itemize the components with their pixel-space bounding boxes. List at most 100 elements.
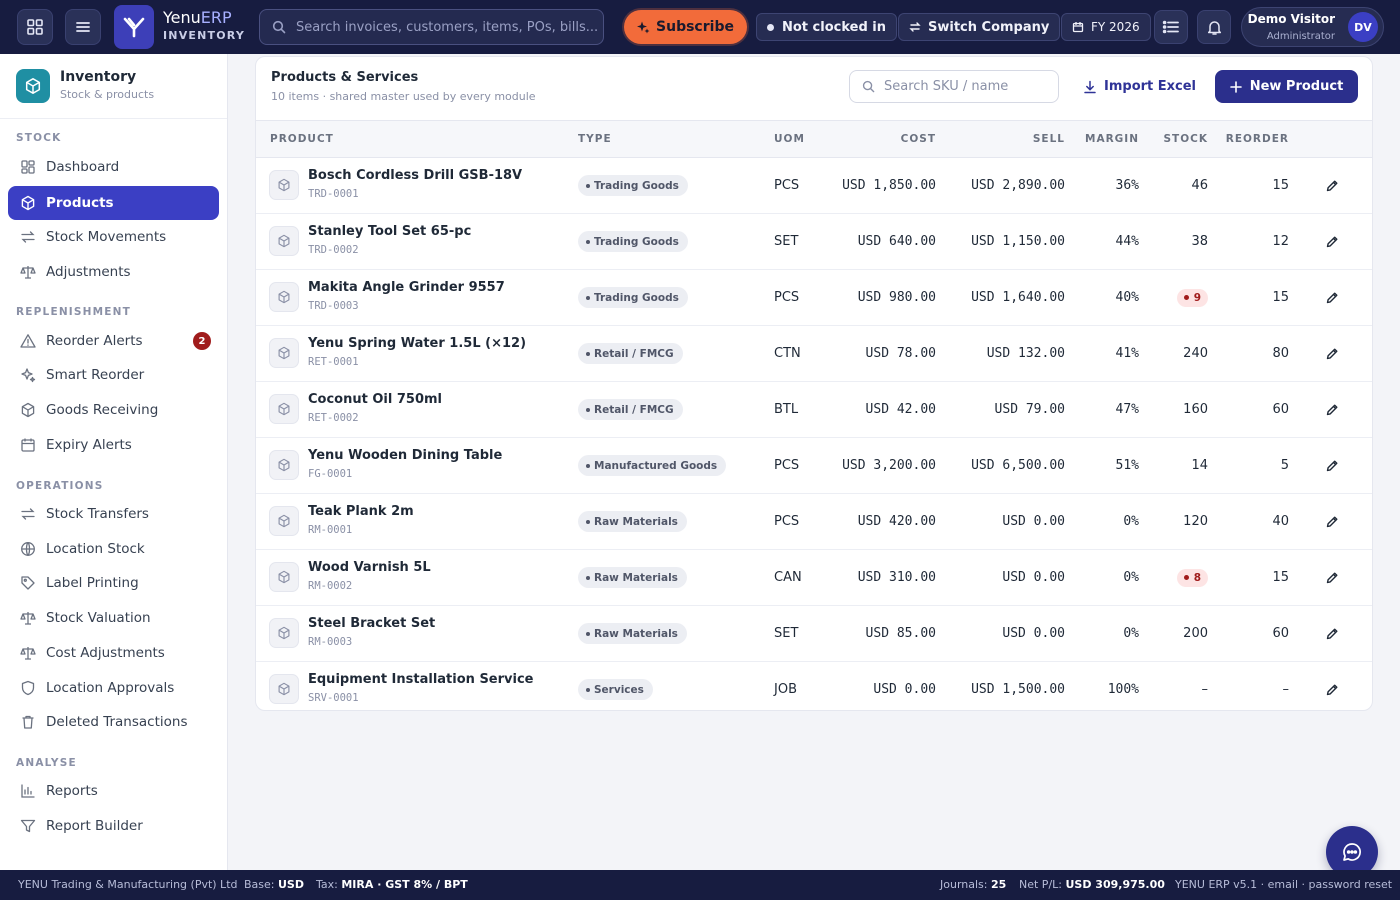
product-search-input[interactable]: Search SKU / name xyxy=(849,70,1059,103)
product-name[interactable]: Equipment Installation Service xyxy=(308,672,534,687)
sidebar-item-label: Reorder Alerts xyxy=(46,333,143,349)
sidebar-item-cost-adjustments[interactable]: Cost Adjustments xyxy=(8,636,219,670)
margin-cell: 51% xyxy=(1115,458,1139,473)
margin-cell: 44% xyxy=(1115,234,1139,249)
brand-logo[interactable] xyxy=(114,5,154,49)
column-header-cost[interactable]: COST xyxy=(834,120,936,158)
edit-product-button[interactable] xyxy=(1289,235,1372,249)
edit-product-button[interactable] xyxy=(1289,179,1372,193)
sidebar-item-goods-receiving[interactable]: Goods Receiving xyxy=(8,393,219,427)
margin-cell: 0% xyxy=(1123,514,1139,529)
sidebar-item-dashboard[interactable]: Dashboard xyxy=(8,150,219,184)
product-name[interactable]: Coconut Oil 750ml xyxy=(308,392,442,407)
product-type-badge: Raw Materials xyxy=(578,511,687,532)
column-header-margin[interactable]: MARGIN xyxy=(1065,120,1139,158)
table-row[interactable]: Wood Varnish 5L RM-0002 Raw Materials CAN US… xyxy=(256,550,1372,606)
table-row[interactable]: Makita Angle Grinder 9557 TRD-0003 Trading… xyxy=(256,270,1372,326)
table-row[interactable]: Teak Plank 2m RM-0001 Raw Materials PCS USD … xyxy=(256,494,1372,550)
actions-cell xyxy=(1289,158,1372,214)
product-type-label: Trading Goods xyxy=(594,179,679,192)
product-sku: TRD-0003 xyxy=(308,300,359,312)
sidebar-section-analyse: ANALYSE xyxy=(16,757,77,769)
user-menu[interactable]: Demo Visitor Administrator DV xyxy=(1241,7,1384,47)
product-name[interactable]: Wood Varnish 5L xyxy=(308,560,431,575)
column-header-product[interactable]: PRODUCT xyxy=(256,120,578,158)
pencil-icon xyxy=(1325,347,1339,361)
sidebar-item-smart-reorder[interactable]: Smart Reorder xyxy=(8,358,219,392)
cost-cell: USD 78.00 xyxy=(865,346,936,361)
type-cell: Trading Goods xyxy=(578,270,774,326)
sidebar-item-stock-movements[interactable]: Stock Movements xyxy=(8,220,219,254)
menu-toggle-button[interactable] xyxy=(65,9,101,45)
sidebar-item-expiry-alerts[interactable]: Expiry Alerts xyxy=(8,428,219,462)
edit-product-button[interactable] xyxy=(1289,683,1372,697)
table-row[interactable]: Yenu Wooden Dining Table FG-0001 Manufactu… xyxy=(256,438,1372,494)
edit-product-button[interactable] xyxy=(1289,347,1372,361)
product-name[interactable]: Stanley Tool Set 65-pc xyxy=(308,224,471,239)
table-row[interactable]: Yenu Spring Water 1.5L (×12) RET-0001 Reta… xyxy=(256,326,1372,382)
sidebar-section-replenishment: REPLENISHMENT xyxy=(16,306,132,318)
apps-grid-button[interactable] xyxy=(17,9,53,45)
pencil-icon xyxy=(1325,627,1339,641)
subscribe-button[interactable]: Subscribe xyxy=(624,10,747,44)
product-name[interactable]: Bosch Cordless Drill GSB-18V xyxy=(308,168,522,183)
product-thumbnail-cube-icon xyxy=(269,170,299,200)
clock-in-status[interactable]: Not clocked in xyxy=(756,13,898,41)
status-version-links[interactable]: YENU ERP v5.1 · email · password reset xyxy=(1175,878,1392,891)
product-name[interactable]: Yenu Wooden Dining Table xyxy=(308,448,502,463)
sidebar-item-label-printing[interactable]: Label Printing xyxy=(8,566,219,600)
column-header-reorder[interactable]: REORDER xyxy=(1208,120,1289,158)
column-header-uom[interactable]: UOM xyxy=(774,120,834,158)
sidebar-item-label: Deleted Transactions xyxy=(46,714,188,730)
global-search-input[interactable]: Search invoices, customers, items, POs, … xyxy=(259,9,604,45)
sidebar-item-label: Location Stock xyxy=(46,541,145,557)
product-name[interactable]: Makita Angle Grinder 9557 xyxy=(308,280,505,295)
edit-product-button[interactable] xyxy=(1289,627,1372,641)
product-sku: TRD-0001 xyxy=(308,188,359,200)
sidebar-item-label: Stock Movements xyxy=(46,229,167,245)
stock-value: 14 xyxy=(1191,458,1208,473)
sidebar-item-report-builder[interactable]: Report Builder xyxy=(8,809,219,843)
table-row[interactable]: Coconut Oil 750ml RET-0002 Retail / FMCG BT… xyxy=(256,382,1372,438)
task-list-button[interactable] xyxy=(1154,10,1188,44)
new-product-button[interactable]: New Product xyxy=(1215,70,1358,103)
low-stock-badge: 8 xyxy=(1176,568,1208,587)
uom-cell: PCS xyxy=(774,514,800,529)
sidebar-item-adjustments[interactable]: Adjustments xyxy=(8,255,219,289)
type-dot xyxy=(586,631,590,636)
product-name[interactable]: Yenu Spring Water 1.5L (×12) xyxy=(308,336,526,351)
product-sku: RM-0002 xyxy=(308,580,353,592)
import-excel-button[interactable]: Import Excel xyxy=(1083,70,1196,103)
notifications-button[interactable] xyxy=(1197,10,1231,44)
table-row[interactable]: Stanley Tool Set 65-pc TRD-0002 Trading Go… xyxy=(256,214,1372,270)
sidebar-item-reports[interactable]: Reports xyxy=(8,774,219,808)
sidebar-item-stock-transfers[interactable]: Stock Transfers xyxy=(8,497,219,531)
product-name[interactable]: Teak Plank 2m xyxy=(308,504,414,519)
reorder-cell: 80 xyxy=(1272,346,1289,361)
table-row[interactable]: Bosch Cordless Drill GSB-18V TRD-0001 Trad… xyxy=(256,158,1372,214)
top-bar: YenuERP INVENTORY Search invoices, custo… xyxy=(0,0,1400,54)
sidebar-item-products[interactable]: Products xyxy=(8,186,219,220)
column-header-stock[interactable]: STOCK xyxy=(1139,120,1208,158)
fiscal-year-selector[interactable]: FY 2026 xyxy=(1061,13,1151,41)
edit-product-button[interactable] xyxy=(1289,403,1372,417)
sidebar-item-location-stock[interactable]: Location Stock xyxy=(8,532,219,566)
edit-product-button[interactable] xyxy=(1289,515,1372,529)
product-name[interactable]: Steel Bracket Set xyxy=(308,616,435,631)
type-dot xyxy=(586,407,590,412)
sidebar-item-reorder-alerts[interactable]: Reorder Alerts 2 xyxy=(8,324,219,358)
edit-product-button[interactable] xyxy=(1289,291,1372,305)
sidebar-item-stock-valuation[interactable]: Stock Valuation xyxy=(8,601,219,635)
table-row[interactable]: Equipment Installation Service SRV-0001 Se… xyxy=(256,662,1372,711)
switch-company-button[interactable]: Switch Company xyxy=(898,13,1061,41)
edit-product-button[interactable] xyxy=(1289,459,1372,473)
column-header-type[interactable]: TYPE xyxy=(578,120,774,158)
pencil-icon xyxy=(1325,235,1339,249)
table-row[interactable]: Steel Bracket Set RM-0003 Raw Materials SET… xyxy=(256,606,1372,662)
page-title: Products & Services xyxy=(271,70,419,85)
sidebar-item-deleted-transactions[interactable]: Deleted Transactions xyxy=(8,705,219,739)
edit-product-button[interactable] xyxy=(1289,571,1372,585)
column-header-sell[interactable]: SELL xyxy=(936,120,1065,158)
reorder-cell: 5 xyxy=(1280,458,1289,473)
sidebar-item-location-approvals[interactable]: Location Approvals xyxy=(8,671,219,705)
